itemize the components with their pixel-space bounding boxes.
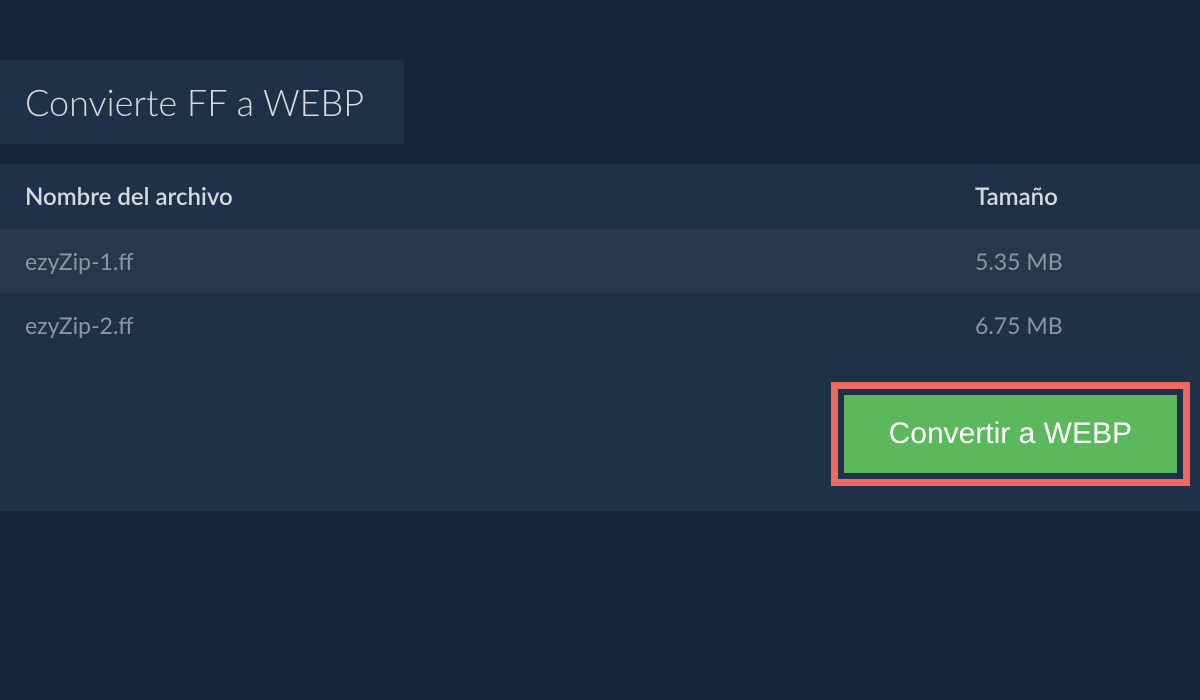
main-container: Convierte FF a WEBP Nombre del archivo T…: [0, 0, 1200, 511]
page-title: Convierte FF a WEBP: [25, 80, 364, 124]
convert-button-highlight: Convertir a WEBP: [831, 382, 1190, 486]
page-tab: Convierte FF a WEBP: [0, 60, 404, 144]
column-header-filename: Nombre del archivo: [25, 182, 975, 211]
cell-size: 5.35 MB: [975, 247, 1175, 275]
cell-filename: ezyZip-2.ff: [25, 311, 975, 339]
column-header-size: Tamaño: [975, 182, 1175, 211]
convert-button[interactable]: Convertir a WEBP: [844, 395, 1177, 473]
table-row: ezyZip-2.ff 6.75 MB: [0, 293, 1200, 357]
content-panel: Nombre del archivo Tamaño ezyZip-1.ff 5.…: [0, 164, 1200, 511]
table-row: ezyZip-1.ff 5.35 MB: [0, 229, 1200, 293]
cell-filename: ezyZip-1.ff: [25, 247, 975, 275]
table-header: Nombre del archivo Tamaño: [0, 164, 1200, 229]
cell-size: 6.75 MB: [975, 311, 1175, 339]
button-container: Convertir a WEBP: [0, 357, 1200, 511]
